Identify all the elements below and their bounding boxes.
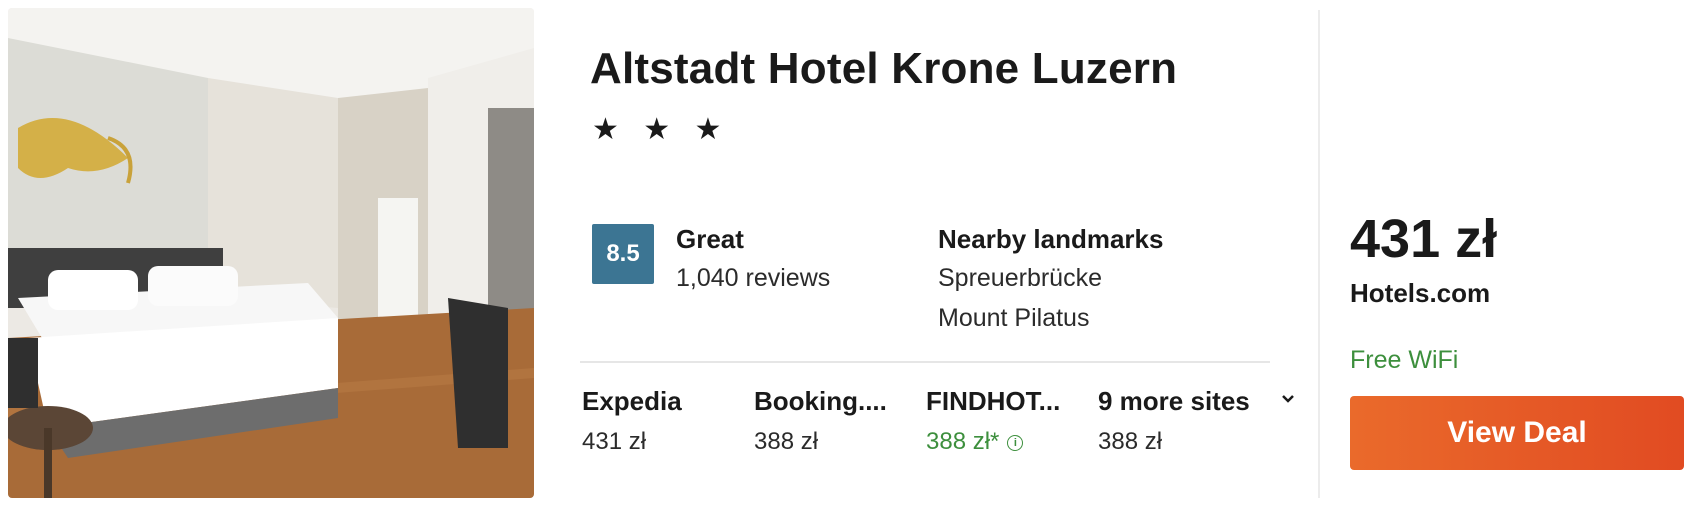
info-icon[interactable]: i <box>1007 434 1024 451</box>
deal-price-booking[interactable]: 388 zł <box>754 428 818 456</box>
landmark-item: Spreuerbrücke <box>938 264 1102 292</box>
hotel-photo[interactable] <box>8 8 534 498</box>
deal-site-findhotel[interactable]: FINDHOT... <box>926 386 1086 417</box>
amenity-free-wifi: Free WiFi <box>1350 346 1459 374</box>
deal-price-findhotel: 388 zł* <box>926 428 1000 455</box>
view-deal-button[interactable]: View Deal <box>1350 396 1684 470</box>
more-sites-price[interactable]: 388 zł <box>1098 428 1162 456</box>
deal-site-expedia[interactable]: Expedia <box>582 386 742 417</box>
best-price-provider: Hotels.com <box>1350 278 1491 308</box>
divider <box>580 361 1270 363</box>
more-sites-link[interactable]: 9 more sites <box>1098 386 1258 417</box>
chevron-down-icon[interactable] <box>1280 392 1296 410</box>
best-price: 431 zł <box>1350 209 1498 269</box>
column-separator <box>1318 10 1320 498</box>
deal-price-findhotel-wrap[interactable]: 388 zł* i <box>926 428 1024 456</box>
review-count[interactable]: 1,040 reviews <box>676 264 830 293</box>
hotel-name[interactable]: Altstadt Hotel Krone Luzern <box>590 44 1177 94</box>
landmark-item: Mount Pilatus <box>938 304 1090 332</box>
star-rating: ★ ★ ★ <box>592 113 730 146</box>
hotel-room-image <box>8 8 534 498</box>
deal-site-booking[interactable]: Booking.... <box>754 386 914 417</box>
score-badge: 8.5 <box>592 224 654 284</box>
deal-price-expedia[interactable]: 431 zł <box>582 428 646 456</box>
rating-label: Great <box>676 224 744 254</box>
landmarks-heading: Nearby landmarks <box>938 224 1164 254</box>
